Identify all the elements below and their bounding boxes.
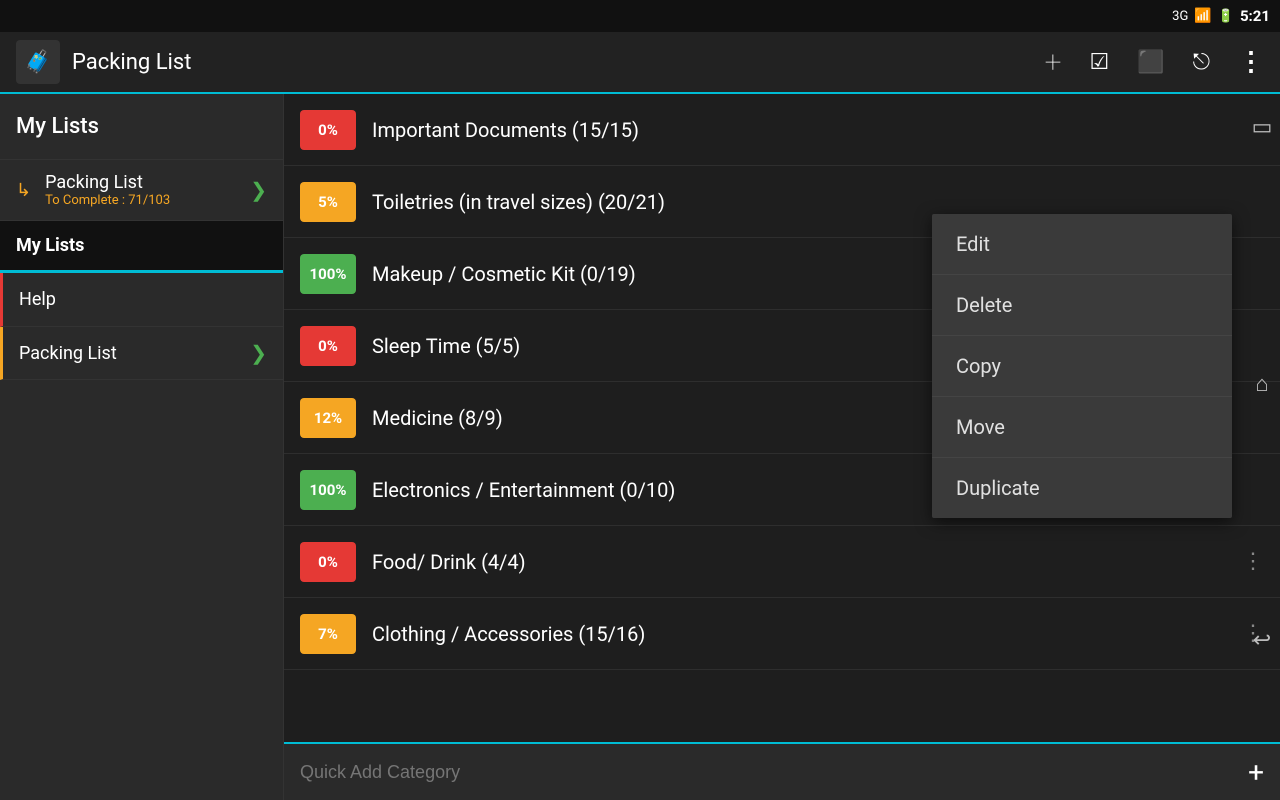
category-badge: 100% xyxy=(300,254,356,294)
app-title: Packing List xyxy=(72,50,1033,75)
sidebar-packing-list-item[interactable]: ↳ Packing List To Complete : 71/103 ❯ xyxy=(0,160,283,221)
packing-list-title: Packing List xyxy=(45,172,240,193)
category-badge: 0% xyxy=(300,326,356,366)
category-badge: 5% xyxy=(300,182,356,222)
main-layout: My Lists ↳ Packing List To Complete : 71… xyxy=(0,94,1280,800)
context-menu-item-duplicate[interactable]: Duplicate xyxy=(932,458,1232,518)
category-badge: 100% xyxy=(300,470,356,510)
packing-list-sub: To Complete : 71/103 xyxy=(45,193,240,208)
context-menu-item-edit[interactable]: Edit xyxy=(932,214,1232,275)
packing-list-chevron-icon: ❯ xyxy=(250,178,267,202)
category-badge: 12% xyxy=(300,398,356,438)
sidebar-my-lists-header: My Lists xyxy=(0,94,283,160)
context-menu-item-move[interactable]: Move xyxy=(932,397,1232,458)
context-menu-item-copy[interactable]: Copy xyxy=(932,336,1232,397)
home-icon[interactable]: ⌂ xyxy=(1255,371,1268,397)
sidebar-packing-list-item2[interactable]: Packing List ❯ xyxy=(0,327,283,380)
packing-list-info: Packing List To Complete : 71/103 xyxy=(45,172,240,208)
packing-list-chevron-icon2: ❯ xyxy=(250,341,267,365)
status-bar: 3G 📶 🔋 5:21 xyxy=(0,0,1280,32)
back-icon[interactable]: ↩ xyxy=(1253,628,1271,653)
app-bar: 🧳 Packing List + ☑ ⬛ ⎋ ⋮ xyxy=(0,32,1280,94)
signal-indicator: 3G xyxy=(1172,9,1188,24)
battery-icon: 🔋 xyxy=(1218,9,1234,24)
content-area: 0% Important Documents (15/15) 5% Toilet… xyxy=(284,94,1280,800)
packing-list-arrow-icon: ↳ xyxy=(16,180,31,201)
stop-button[interactable]: ⬛ xyxy=(1137,50,1164,75)
add-button[interactable]: + xyxy=(1045,45,1062,80)
category-row[interactable]: 7% Clothing / Accessories (15/16) ⋮ xyxy=(284,598,1280,670)
sidebar: My Lists ↳ Packing List To Complete : 71… xyxy=(0,94,284,800)
category-row[interactable]: 0% Important Documents (15/15) xyxy=(284,94,1280,166)
category-badge: 0% xyxy=(300,110,356,150)
category-badge: 0% xyxy=(300,542,356,582)
category-name: Clothing / Accessories (15/16) xyxy=(372,622,1242,646)
help-label: Help xyxy=(19,289,56,310)
quick-add-input[interactable] xyxy=(300,762,1236,783)
quick-add-bar: + xyxy=(284,742,1280,800)
context-menu-item-delete[interactable]: Delete xyxy=(932,275,1232,336)
checkmark-button[interactable]: ☑ xyxy=(1089,50,1109,75)
app-bar-actions: + ☑ ⬛ ⎋ ⋮ xyxy=(1045,45,1264,80)
context-menu: EditDeleteCopyMoveDuplicate xyxy=(932,214,1232,518)
category-name: Important Documents (15/15) xyxy=(372,118,1264,142)
sidebar-help-item[interactable]: Help xyxy=(0,273,283,327)
sidebar-my-lists-button[interactable]: My Lists xyxy=(0,221,283,273)
app-logo: 🧳 xyxy=(16,40,60,84)
signal-bars: 📶 xyxy=(1194,8,1211,24)
packing-list-label2: Packing List xyxy=(19,343,240,364)
category-name: Toiletries (in travel sizes) (20/21) xyxy=(372,190,1264,214)
category-name: Food/ Drink (4/4) xyxy=(372,550,1242,574)
right-edge-panel: ▭ ⌂ ↩ xyxy=(1244,0,1280,768)
share-button[interactable]: ⎋ xyxy=(1193,50,1210,75)
category-badge: 7% xyxy=(300,614,356,654)
category-row[interactable]: 0% Food/ Drink (4/4) ⋮ xyxy=(284,526,1280,598)
rotate-icon[interactable]: ▭ xyxy=(1252,115,1273,140)
